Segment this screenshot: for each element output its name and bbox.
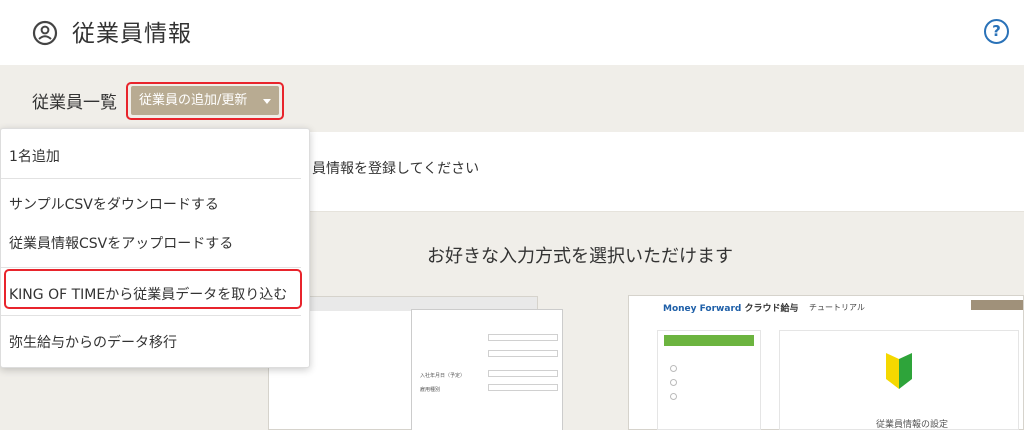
- page-header: 従業員情報 ?: [0, 0, 1024, 65]
- king-of-time-highlight: [4, 269, 302, 309]
- menu-item-add-one[interactable]: 1名追加: [9, 146, 60, 166]
- tutorial-left-panel: [657, 330, 761, 430]
- preview-field: [488, 384, 558, 391]
- step-item: [670, 393, 681, 400]
- brand-product-text: クラウド給与: [744, 304, 799, 314]
- caret-down-icon: [263, 99, 271, 104]
- settings-title: 従業員情報の設定: [876, 420, 949, 430]
- preview-field: [488, 370, 558, 377]
- tutorial-option-card[interactable]: Money Forward クラウド給与 チュートリアル 従業員情報の設定: [628, 295, 1024, 430]
- employee-list-title: 従業員一覧: [32, 93, 117, 113]
- menu-item-upload-employee-csv[interactable]: 従業員情報CSVをアップロードする: [9, 233, 233, 253]
- preview-row-label: 雇用種別: [420, 387, 441, 393]
- tutorial-right-panel: 従業員情報の設定: [779, 330, 1019, 430]
- menu-divider: [1, 267, 301, 268]
- brand-logo: Money Forward クラウド給与: [663, 301, 798, 314]
- menu-divider: [1, 178, 301, 179]
- add-update-employee-button[interactable]: 従業員の追加/更新: [131, 86, 279, 115]
- employee-icon: [32, 20, 58, 46]
- step-item: [670, 379, 681, 386]
- brand-mf-text: Money Forward: [663, 304, 742, 314]
- add-update-dropdown-menu: 1名追加 サンプルCSVをダウンロードする 従業員情報CSVをアップロードする …: [0, 128, 310, 368]
- menu-item-yayoi-migration[interactable]: 弥生給与からのデータ移行: [9, 332, 177, 352]
- tutorial-label: チュートリアル: [809, 303, 865, 312]
- menu-item-download-sample-csv[interactable]: サンプルCSVをダウンロードする: [9, 194, 219, 214]
- tutorial-tag: [971, 300, 1023, 310]
- preview-row-label: 入社年月日（予定）: [420, 373, 466, 379]
- preview-field: [488, 334, 558, 341]
- page-title: 従業員情報: [72, 21, 192, 47]
- preview-field: [488, 350, 558, 357]
- step-item: [670, 365, 681, 372]
- preview-modal: 入社年月日（予定） 雇用種別: [411, 309, 563, 430]
- beginner-mark-icon: [886, 353, 912, 389]
- register-message: 員情報を登録してください: [312, 161, 480, 177]
- add-button-label: 従業員の追加/更新: [139, 93, 248, 108]
- progress-bar: [664, 335, 754, 346]
- menu-divider: [1, 315, 301, 316]
- help-icon[interactable]: ?: [984, 19, 1009, 44]
